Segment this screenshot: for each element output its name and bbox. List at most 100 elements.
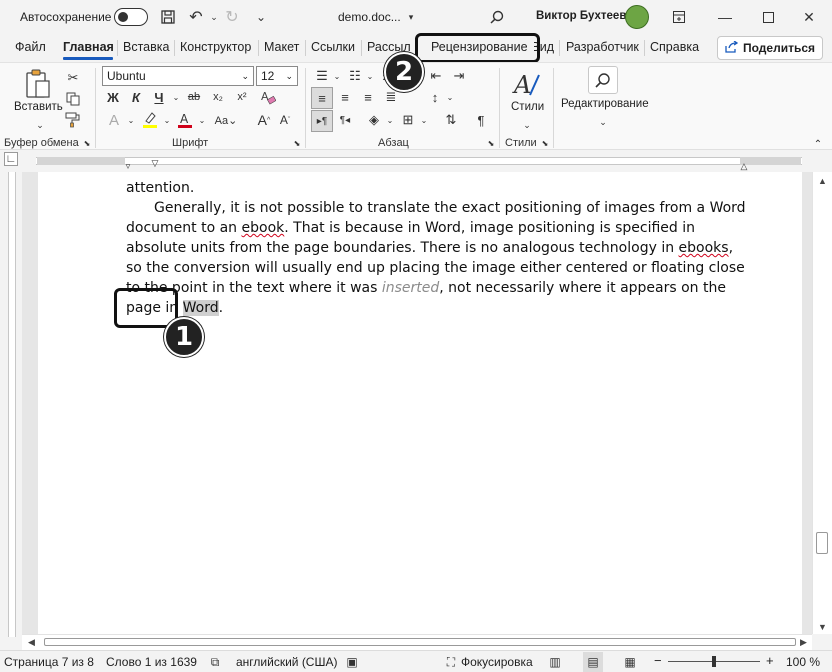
misspelled-word[interactable]: ebooks — [679, 240, 729, 256]
document-name[interactable]: demo.doc... — [338, 10, 401, 24]
scroll-right-icon[interactable]: ▶ — [800, 637, 807, 648]
read-mode-icon[interactable]: ▥ — [545, 652, 565, 672]
tab-layout[interactable]: Макет — [264, 40, 299, 54]
hanging-indent-marker[interactable]: ▽ — [145, 153, 165, 173]
zoom-in-icon[interactable]: + — [766, 653, 774, 668]
paragraph-launcher-icon[interactable]: ⬊ — [486, 137, 496, 149]
scroll-up-icon[interactable]: ▲ — [818, 176, 827, 186]
line-spacing-dropdown-icon[interactable]: ⌄ — [440, 87, 460, 107]
styles-launcher-icon[interactable]: ⬊ — [540, 137, 550, 149]
user-name[interactable]: Виктор Бухтеев — [536, 10, 626, 22]
clear-formatting-icon[interactable]: A — [258, 87, 278, 107]
grow-font-icon[interactable]: A ^ — [254, 110, 274, 130]
zoom-slider-thumb[interactable] — [712, 656, 716, 667]
clipboard-launcher-icon[interactable]: ⬊ — [82, 137, 92, 149]
maximize-icon[interactable] — [745, 0, 791, 34]
align-center-icon[interactable]: ≡ — [335, 87, 355, 107]
font-name-select[interactable]: Ubuntu ⌄ — [102, 66, 254, 86]
bullets-dropdown-icon[interactable]: ⌄ — [327, 66, 347, 86]
cut-icon[interactable]: ✂ — [63, 68, 83, 88]
redo-icon[interactable]: ↻ — [221, 6, 243, 28]
tab-insert[interactable]: Вставка — [123, 40, 169, 54]
superscript-button[interactable]: x² — [232, 87, 252, 107]
group-separator — [553, 68, 554, 148]
change-case-icon[interactable]: Aa⌄ — [212, 110, 240, 130]
font-launcher-icon[interactable]: ⬊ — [292, 137, 302, 149]
ltr-direction-icon[interactable]: ▸¶ — [311, 110, 333, 132]
tracked-insertion[interactable]: inserted — [382, 280, 439, 296]
bold-button[interactable]: Ж — [103, 87, 123, 107]
tab-design[interactable]: Конструктор — [180, 40, 251, 54]
word-count[interactable]: Слово 1 из 1639 — [106, 655, 197, 669]
callout-step-1: 1 — [164, 317, 204, 357]
tab-selector-icon[interactable]: ∟ — [4, 152, 18, 166]
tab-help[interactable]: Справка — [650, 40, 699, 54]
selected-word[interactable]: Word — [182, 300, 219, 316]
copy-icon[interactable] — [63, 89, 83, 109]
autosave-toggle[interactable] — [114, 8, 148, 26]
highlight-dropdown-icon[interactable]: ⌄ — [157, 110, 177, 130]
align-right-icon[interactable]: ≡ — [358, 87, 378, 107]
search-icon[interactable] — [486, 6, 508, 28]
accessibility-icon[interactable]: ▣ — [342, 652, 362, 672]
decrease-indent-icon[interactable]: ⇤ — [426, 66, 446, 86]
align-left-icon[interactable]: ≡ — [311, 87, 333, 109]
subscript-button[interactable]: x₂ — [208, 87, 228, 107]
underline-dropdown-icon[interactable]: ⌄ — [166, 87, 186, 107]
strikethrough-button[interactable]: ab — [184, 87, 204, 107]
page-count[interactable]: Страница 7 из 8 — [4, 655, 94, 669]
styles-label[interactable]: Стили — [511, 101, 544, 113]
editing-search-icon[interactable] — [588, 66, 618, 94]
scroll-down-icon[interactable]: ▼ — [818, 622, 827, 632]
scroll-left-icon[interactable]: ◀ — [28, 637, 35, 648]
shading-dropdown-icon[interactable]: ⌄ — [380, 110, 400, 130]
rtl-direction-icon[interactable]: ¶◂ — [335, 110, 355, 130]
vertical-scrollbar[interactable] — [812, 172, 832, 634]
paste-dropdown-icon[interactable]: ⌄ — [30, 115, 50, 135]
language-indicator[interactable]: английский (США) — [236, 655, 337, 669]
zoom-out-icon[interactable]: − — [654, 653, 662, 668]
ruler-left-margin — [37, 157, 125, 165]
tab-developer[interactable]: Разработчик — [566, 40, 639, 54]
proofing-icon[interactable]: ⧉ — [205, 652, 225, 672]
focus-icon[interactable]: ⛶ — [441, 652, 461, 672]
font-size-value: 12 — [261, 69, 275, 83]
paste-label[interactable]: Вставить — [14, 101, 63, 113]
share-button[interactable]: Поделиться — [717, 36, 823, 60]
show-marks-icon[interactable]: ¶ — [471, 110, 491, 130]
vertical-ruler-track — [8, 172, 16, 637]
editing-dropdown-icon[interactable]: ⌄ — [593, 112, 613, 132]
minimize-icon[interactable]: — — [702, 0, 748, 34]
styles-dropdown-icon[interactable]: ⌄ — [517, 115, 537, 135]
text-effects-dropdown-icon[interactable]: ⌄ — [121, 110, 141, 130]
shrink-font-icon[interactable]: Aˇ — [275, 110, 295, 130]
tab-file[interactable]: Файл — [15, 40, 46, 54]
avatar[interactable] — [625, 5, 649, 29]
editing-label[interactable]: Редактирование — [561, 98, 649, 110]
save-icon[interactable] — [157, 6, 179, 28]
font-color-dropdown-icon[interactable]: ⌄ — [192, 110, 212, 130]
horizontal-scroll-thumb[interactable] — [44, 638, 796, 646]
focus-mode-label[interactable]: Фокусировка — [461, 655, 533, 669]
print-layout-icon[interactable]: ▤ — [583, 652, 603, 672]
misspelled-word[interactable]: ebook — [242, 220, 285, 236]
close-icon[interactable]: ✕ — [786, 0, 832, 34]
sort-icon[interactable]: ⇅ — [441, 110, 461, 130]
zoom-level[interactable]: 100 % — [786, 655, 820, 669]
vertical-scroll-thumb[interactable] — [816, 532, 828, 554]
borders-dropdown-icon[interactable]: ⌄ — [414, 110, 434, 130]
numbering-dropdown-icon[interactable]: ⌄ — [360, 66, 380, 86]
document-body[interactable]: attention. Generally, it is not possible… — [126, 178, 746, 318]
tab-home[interactable]: Главная — [63, 40, 114, 54]
font-size-select[interactable]: 12 ⌄ — [256, 66, 298, 86]
web-layout-icon[interactable]: ▦ — [620, 652, 640, 672]
customize-toolbar-icon[interactable]: ⌄ — [250, 6, 272, 28]
increase-indent-icon[interactable]: ⇥ — [449, 66, 469, 86]
ribbon-display-icon[interactable] — [656, 0, 702, 34]
doc-menu-chevron-icon[interactable]: ▾ — [400, 6, 422, 28]
paste-icon[interactable] — [24, 68, 52, 100]
tab-references[interactable]: Ссылки — [311, 40, 355, 54]
format-painter-icon[interactable] — [63, 110, 83, 130]
italic-button[interactable]: К — [126, 87, 146, 107]
styles-icon[interactable]: A — [511, 68, 543, 100]
